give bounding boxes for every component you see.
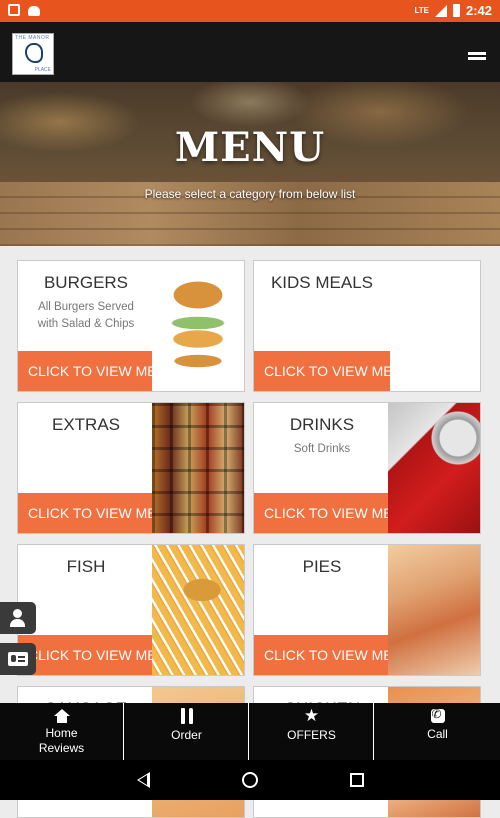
tab-call[interactable]: Call [375, 703, 500, 760]
menu-hero-banner: MENU Please select a category from below… [0, 82, 500, 246]
logo-text-top: THE MANOR [15, 35, 50, 41]
category-description: Soft Drinks [293, 443, 351, 455]
fish-logo-icon [25, 43, 43, 63]
burger-image [152, 261, 244, 391]
sauces-image [152, 403, 244, 533]
page-subtitle: Please select a category from below list [144, 187, 356, 201]
tab-order[interactable]: Order [125, 703, 249, 760]
category-title: FISH [66, 557, 106, 576]
pie-image [388, 545, 480, 675]
login-button[interactable] [0, 602, 36, 634]
category-card-fish[interactable]: FISH CLICK TO VIEW MENU [17, 544, 245, 676]
tab-order-label: Order [171, 728, 202, 742]
network-type: LTE [414, 6, 429, 15]
category-card-drinks[interactable]: DRINKS Soft Drinks CLICK TO VIEW MENU [253, 402, 481, 534]
tab-home-label: Home [45, 726, 78, 740]
page-title: MENU [174, 124, 326, 171]
notification-icon [8, 4, 20, 16]
user-icon [13, 609, 22, 618]
category-title: PIES [302, 557, 342, 576]
recent-apps-icon[interactable] [350, 773, 364, 787]
category-description: All Burgers Served with Salad & Chips [37, 301, 135, 330]
contact-card-icon [8, 652, 28, 666]
system-nav-bar [0, 760, 500, 800]
tab-home[interactable]: Home Reviews [0, 703, 124, 760]
view-menu-button[interactable]: CLICK TO VIEW MENU [18, 635, 154, 675]
category-card-kids-meals[interactable]: KIDS MEALS CLICK TO VIEW MENU [253, 260, 481, 392]
view-menu-button[interactable]: CLICK TO VIEW MENU [18, 493, 154, 533]
tab-offers-label: OFFERS [287, 728, 336, 742]
back-icon[interactable] [137, 772, 150, 788]
android-icon [28, 6, 40, 16]
hamburger-icon[interactable] [468, 52, 486, 64]
category-card-extras[interactable]: EXTRAS CLICK TO VIEW MENU [17, 402, 245, 534]
restaurant-logo[interactable]: THE MANOR PLACE [12, 33, 54, 75]
category-title: EXTRAS [51, 415, 121, 434]
view-menu-button[interactable]: CLICK TO VIEW MENU [254, 635, 390, 675]
status-bar: LTE 2:42 [0, 0, 500, 22]
tab-reviews-label[interactable]: Reviews [0, 741, 123, 755]
logo-text-bottom: PLACE [34, 67, 51, 73]
tab-call-label: Call [427, 727, 448, 741]
category-card-burgers[interactable]: BURGERS All Burgers Served with Salad & … [17, 260, 245, 392]
tab-offers[interactable]: ★ OFFERS [250, 703, 374, 760]
category-title: KIDS MEALS [270, 273, 374, 292]
star-icon: ★ [303, 706, 320, 725]
fish-and-chips-image [152, 545, 244, 675]
view-menu-button[interactable]: CLICK TO VIEW MENU [254, 351, 390, 391]
cutlery-icon [180, 708, 194, 724]
view-menu-button[interactable]: CLICK TO VIEW MENU [254, 493, 390, 533]
category-title: DRINKS [289, 415, 355, 434]
app-header: THE MANOR PLACE [0, 22, 500, 82]
home-icon [53, 709, 70, 716]
category-title: BURGERS [43, 273, 129, 292]
signal-icon [434, 4, 447, 17]
can-image [388, 403, 480, 533]
phone-icon [430, 707, 445, 723]
category-card-pies[interactable]: PIES CLICK TO VIEW MENU [253, 544, 481, 676]
bottom-tab-bar: Home Reviews Order ★ OFFERS Call [0, 703, 500, 760]
view-menu-button[interactable]: CLICK TO VIEW MENU [18, 351, 154, 391]
clock-time: 2:42 [465, 3, 492, 18]
home-circle-icon[interactable] [242, 772, 258, 788]
contact-button[interactable] [0, 643, 36, 675]
battery-icon [452, 4, 460, 17]
